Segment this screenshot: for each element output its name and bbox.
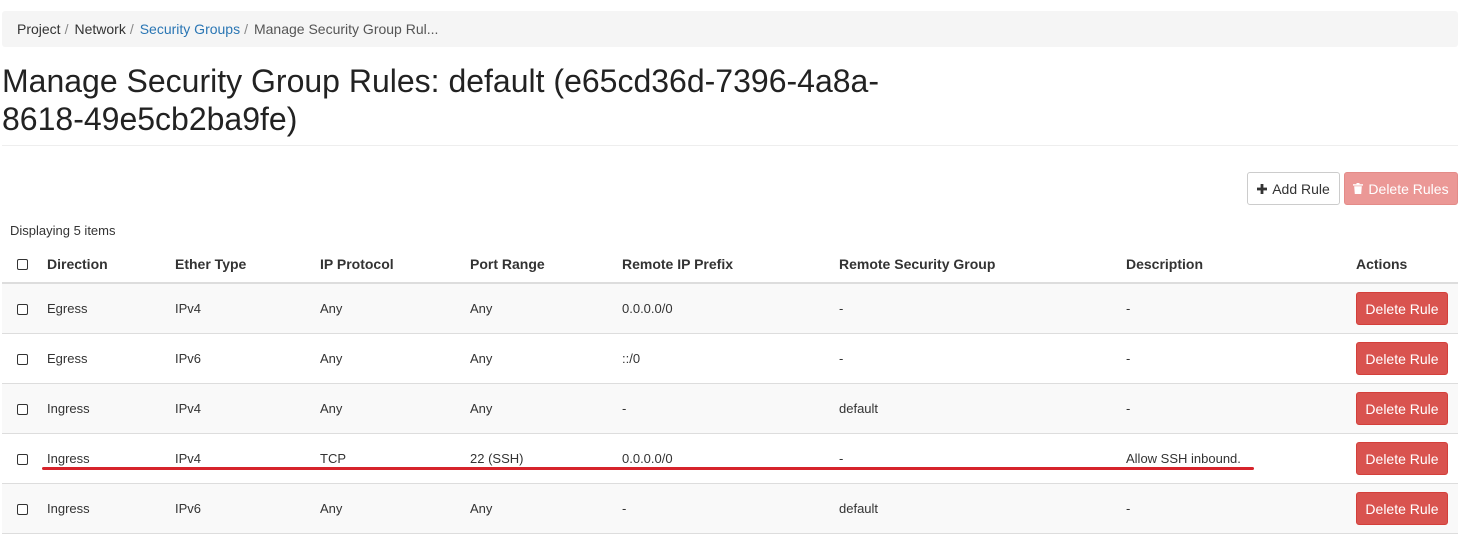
cell-ip-protocol: Any: [320, 483, 470, 534]
cell-remote-ip-prefix: -: [622, 483, 839, 534]
column-header-description[interactable]: Description: [1126, 245, 1356, 284]
row-select-cell: [2, 433, 47, 484]
cell-ether-type: IPv4: [175, 283, 320, 334]
cell-ether-type: IPv4: [175, 433, 320, 484]
row-checkbox[interactable]: [17, 404, 28, 416]
cell-actions: Delete Rule: [1356, 433, 1458, 484]
column-header-remote-security-group[interactable]: Remote Security Group: [839, 245, 1126, 284]
cell-remote-ip-prefix: ::/0: [622, 333, 839, 384]
cell-description: Allow SSH inbound.: [1126, 433, 1356, 484]
cell-port-range: 22 (SSH): [470, 433, 622, 484]
highlight-underline: [42, 467, 1254, 470]
cell-direction: Ingress: [47, 483, 175, 534]
cell-remote-security-group: default: [839, 483, 1126, 534]
cell-description: -: [1126, 483, 1356, 534]
cell-direction: Ingress: [47, 383, 175, 434]
delete-rule-button[interactable]: Delete Rule: [1356, 492, 1448, 525]
breadcrumb-project[interactable]: Project: [17, 21, 61, 37]
column-header-ip-protocol[interactable]: IP Protocol: [320, 245, 470, 284]
security-group-rules-table: Direction Ether Type IP Protocol Port Ra…: [2, 245, 1458, 534]
cell-port-range: Any: [470, 283, 622, 334]
row-select-cell: [2, 283, 47, 334]
row-checkbox[interactable]: [17, 454, 28, 466]
row-checkbox[interactable]: [17, 354, 28, 366]
row-checkbox[interactable]: [17, 504, 28, 516]
breadcrumb-separator: /: [244, 21, 248, 37]
cell-remote-ip-prefix: 0.0.0.0/0: [622, 283, 839, 334]
cell-port-range: Any: [470, 383, 622, 434]
cell-actions: Delete Rule: [1356, 383, 1458, 434]
cell-remote-security-group: -: [839, 433, 1126, 484]
cell-actions: Delete Rule: [1356, 283, 1458, 334]
breadcrumb-security-groups[interactable]: Security Groups: [140, 21, 240, 37]
cell-description: -: [1126, 383, 1356, 434]
cell-remote-security-group: -: [839, 333, 1126, 384]
select-all-checkbox[interactable]: [17, 259, 28, 271]
cell-ether-type: IPv4: [175, 383, 320, 434]
table-header-row: Direction Ether Type IP Protocol Port Ra…: [2, 245, 1458, 284]
cell-description: -: [1126, 333, 1356, 384]
row-checkbox[interactable]: [17, 304, 28, 316]
breadcrumb: Project / Network / Security Groups / Ma…: [2, 11, 1458, 47]
cell-port-range: Any: [470, 483, 622, 534]
cell-description: -: [1126, 283, 1356, 334]
add-rule-label: Add Rule: [1272, 180, 1330, 197]
cell-direction: Egress: [47, 283, 175, 334]
cell-remote-ip-prefix: 0.0.0.0/0: [622, 433, 839, 484]
cell-ether-type: IPv6: [175, 333, 320, 384]
table-row: Egress IPv4 Any Any 0.0.0.0/0 - - Delete…: [2, 283, 1458, 334]
cell-remote-ip-prefix: -: [622, 383, 839, 434]
table-row: Ingress IPv4 TCP 22 (SSH) 0.0.0.0/0 - Al…: [2, 433, 1458, 484]
item-count: Displaying 5 items: [10, 223, 116, 238]
row-select-cell: [2, 383, 47, 434]
breadcrumb-separator: /: [129, 21, 134, 37]
cell-ip-protocol: Any: [320, 283, 470, 334]
delete-rules-button[interactable]: Delete Rules: [1344, 172, 1458, 205]
breadcrumb-network[interactable]: Network: [74, 21, 125, 37]
breadcrumb-current-page: Manage Security Group Rul...: [253, 21, 439, 37]
page-title-line-1: Manage Security Group Rules: default (e6…: [2, 63, 879, 99]
column-header-ether-type[interactable]: Ether Type: [175, 245, 320, 284]
column-header-port-range[interactable]: Port Range: [470, 245, 622, 284]
plus-icon: [1257, 183, 1268, 194]
delete-rule-button[interactable]: Delete Rule: [1356, 442, 1448, 475]
table-row: Egress IPv6 Any Any ::/0 - - Delete Rule: [2, 333, 1458, 384]
cell-port-range: Any: [470, 333, 622, 384]
cell-ip-protocol: TCP: [320, 433, 470, 484]
cell-ip-protocol: Any: [320, 383, 470, 434]
delete-rule-button[interactable]: Delete Rule: [1356, 392, 1448, 425]
cell-actions: Delete Rule: [1356, 483, 1458, 534]
delete-rule-button[interactable]: Delete Rule: [1356, 342, 1448, 375]
column-header-direction[interactable]: Direction: [47, 245, 175, 284]
cell-ip-protocol: Any: [320, 333, 470, 384]
delete-rule-button[interactable]: Delete Rule: [1356, 292, 1448, 325]
cell-remote-security-group: -: [839, 283, 1126, 334]
cell-direction: Ingress: [47, 433, 175, 484]
row-select-cell: [2, 483, 47, 534]
select-all-cell: [2, 245, 47, 284]
cell-ether-type: IPv6: [175, 483, 320, 534]
column-header-remote-ip-prefix[interactable]: Remote IP Prefix: [622, 245, 839, 284]
table-row: Ingress IPv4 Any Any - default - Delete …: [2, 383, 1458, 434]
trash-icon: [1353, 183, 1364, 194]
add-rule-button[interactable]: Add Rule: [1247, 172, 1340, 205]
breadcrumb-separator: /: [64, 21, 69, 37]
cell-direction: Egress: [47, 333, 175, 384]
page-title: Manage Security Group Rules: default (e6…: [2, 62, 962, 138]
delete-rules-label: Delete Rules: [1368, 180, 1449, 197]
title-divider: [2, 145, 1458, 146]
page-title-line-2: 8618-49e5cb2ba9fe): [2, 101, 298, 137]
cell-remote-security-group: default: [839, 383, 1126, 434]
table-row: Ingress IPv6 Any Any - default - Delete …: [2, 483, 1458, 534]
column-header-actions: Actions: [1356, 245, 1458, 284]
cell-actions: Delete Rule: [1356, 333, 1458, 384]
row-select-cell: [2, 333, 47, 384]
